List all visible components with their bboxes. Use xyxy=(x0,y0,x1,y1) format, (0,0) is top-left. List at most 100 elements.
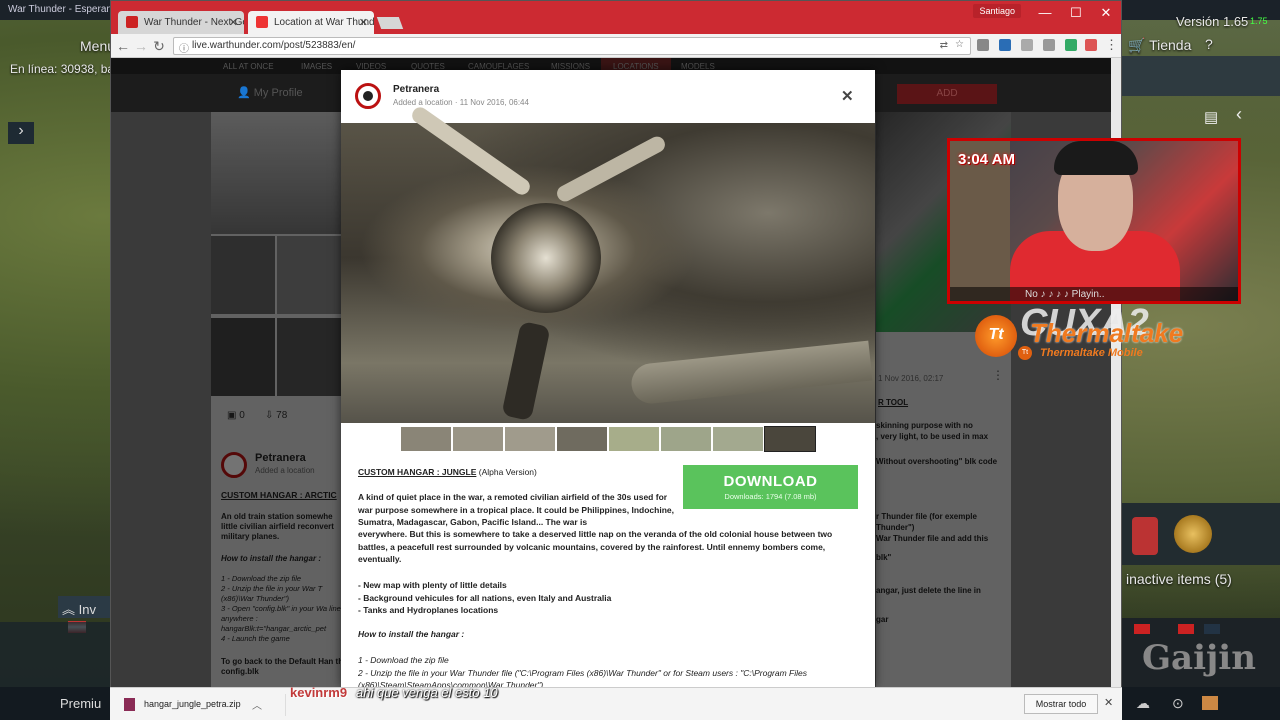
extension-icon[interactable] xyxy=(1021,39,1033,51)
address-toolbar: ← → ↻ ⓘ live.warthunder.com/post/523883/… xyxy=(111,34,1121,58)
reload-icon[interactable]: ↻ xyxy=(151,38,167,55)
download-button[interactable]: DOWNLOAD Downloads: 1794 (7.08 mb) xyxy=(683,465,858,509)
feature-item: - Background vehicules for all nations, … xyxy=(358,592,612,603)
store-button[interactable]: 🛒 Tienda xyxy=(1128,37,1191,54)
add-button[interactable]: ADD xyxy=(897,84,997,104)
post-title-link[interactable]: CUSTOM HANGAR : JUNGLE xyxy=(358,467,476,477)
right-line: angar, just delete the line in xyxy=(876,586,981,595)
download-info: Downloads: 1794 (7.08 mb) xyxy=(724,492,817,501)
propeller-blade xyxy=(501,320,551,422)
post-action: Added a location xyxy=(393,98,453,107)
inventory-tab[interactable]: ︽ Inv xyxy=(58,596,110,618)
game-bottom-bar: ☁ ⊙ xyxy=(1122,687,1280,720)
forward-arrow-icon[interactable]: → xyxy=(133,38,149,54)
online-counter: En línea: 30938, ba xyxy=(10,62,115,76)
chat-message: ahi que venga el esto 10 xyxy=(356,685,498,700)
author-avatar[interactable] xyxy=(355,83,381,109)
game-squad-panel: Gaijin xyxy=(1122,618,1280,687)
game-right-topbar xyxy=(1122,56,1280,96)
gift-icon[interactable] xyxy=(1202,696,1218,710)
close-window-button[interactable]: ✕ xyxy=(1096,5,1116,21)
left-thumb xyxy=(277,318,351,396)
premium-bar[interactable]: Premiu xyxy=(0,687,110,720)
post-date: 11 Nov 2016, 06:44 xyxy=(459,98,529,107)
more-vert-icon[interactable]: ⋮ xyxy=(992,368,1004,382)
right-line: , very light, to be used in max xyxy=(876,432,989,441)
gamepad-icon[interactable]: ⊙ xyxy=(1172,695,1184,712)
feature-list: - New map with plenty of little details … xyxy=(358,579,848,617)
chevron-up-icon[interactable]: ︿ xyxy=(252,697,262,712)
left-author-name[interactable]: Petranera xyxy=(255,452,306,464)
star-icon[interactable]: ☆ xyxy=(955,39,964,50)
maximize-button[interactable]: ☐ xyxy=(1066,5,1086,21)
gallery-thumb[interactable] xyxy=(556,426,608,452)
news-icon[interactable]: ▤ xyxy=(1204,108,1218,126)
close-modal-button[interactable]: ✕ xyxy=(841,87,854,105)
cloud-icon[interactable]: ☁ xyxy=(1136,695,1150,712)
left-post-card[interactable]: ▣ 0 ⇩ 78 Petranera Added a location CUST… xyxy=(211,112,351,688)
close-downloads-bar[interactable]: ✕ xyxy=(1104,696,1113,709)
download-filename: hangar_jungle_petra.zip xyxy=(144,699,241,709)
tab-war-thunder[interactable]: War Thunder - Next-Gen ✕ xyxy=(118,11,244,34)
gallery-thumb[interactable] xyxy=(400,426,452,452)
install-steps: 1 - Download the zip file 2 - Unzip the … xyxy=(358,654,838,687)
cart-icon: 🛒 xyxy=(1128,37,1146,53)
extension-icon[interactable] xyxy=(1085,39,1097,51)
tab-location[interactable]: Location at War Thunder ✕ xyxy=(248,11,374,34)
zip-file-icon xyxy=(124,698,135,711)
gallery-thumb-selected[interactable] xyxy=(764,426,816,452)
download-item[interactable]: hangar_jungle_petra.zip ︿ xyxy=(118,694,286,716)
profile-name[interactable]: Santiago xyxy=(973,4,1021,18)
extension-icon[interactable] xyxy=(999,39,1011,51)
nav-all[interactable]: ALL AT ONCE xyxy=(223,62,274,71)
booster-icon[interactable] xyxy=(1132,517,1158,555)
post-paragraph-end: everywhere. But this is somewhere to tak… xyxy=(358,529,833,564)
extension-icon[interactable] xyxy=(1043,39,1055,51)
left-step: hangarBlk:t="hangar_arctic_pet xyxy=(221,624,327,633)
show-all-downloads-button[interactable]: Mostrar todo xyxy=(1024,694,1098,714)
game-vehicle-slots xyxy=(0,622,110,687)
left-thumb xyxy=(211,318,275,396)
propeller-blade xyxy=(554,133,668,205)
left-step: 2 - Unzip the file in your War T (x86)\W… xyxy=(221,584,323,603)
close-icon[interactable]: ✕ xyxy=(359,16,368,29)
new-tab-button[interactable] xyxy=(376,17,404,29)
left-author-avatar[interactable] xyxy=(221,452,247,478)
my-profile-link[interactable]: 👤 My Profile xyxy=(237,86,303,99)
author-name[interactable]: Petranera xyxy=(393,84,439,95)
extension-icon[interactable] xyxy=(1065,39,1077,51)
gallery-thumb[interactable] xyxy=(504,426,556,452)
webcam-overlay: 3:04 AM No ♪ ♪ ♪ ♪ Playin.. xyxy=(947,138,1241,304)
menu-dots-icon[interactable]: ⋮ xyxy=(1105,37,1118,53)
help-button[interactable]: ? xyxy=(1205,36,1213,52)
back-arrow-icon[interactable]: ← xyxy=(115,38,131,54)
medal-icon[interactable] xyxy=(1174,515,1212,553)
gallery-thumb[interactable] xyxy=(660,426,712,452)
downloads-bar: hangar_jungle_petra.zip ︿ kevinrm9 ahi q… xyxy=(110,685,1122,720)
gallery-thumb[interactable] xyxy=(608,426,660,452)
translate-icon[interactable]: ⇄ xyxy=(940,40,948,51)
game-side-arrow-button[interactable]: › xyxy=(8,122,34,144)
left-go-back: To go back to the Default Han the config… xyxy=(221,657,348,676)
propeller-hub xyxy=(491,203,601,313)
close-icon[interactable]: ✕ xyxy=(229,16,238,29)
chevron-left-icon[interactable]: ‹ xyxy=(1236,104,1242,125)
feature-item: - New map with plenty of little details xyxy=(358,580,507,590)
post-modal: Petranera Added a location · 11 Nov 2016… xyxy=(341,70,875,687)
gallery-thumb[interactable] xyxy=(452,426,504,452)
extension-icon[interactable] xyxy=(977,39,989,51)
minimize-button[interactable]: — xyxy=(1035,5,1055,20)
right-line: skinning purpose with no xyxy=(876,421,973,430)
address-bar[interactable]: ⓘ live.warthunder.com/post/523883/en/ ⇄ … xyxy=(173,37,971,55)
inactive-items-link[interactable]: inactive items (5) xyxy=(1126,571,1232,587)
left-post-title[interactable]: CUSTOM HANGAR : ARCTIC xyxy=(221,490,337,500)
download-label: DOWNLOAD xyxy=(723,473,818,490)
left-author-meta: Added a location xyxy=(255,466,315,475)
install-step: 1 - Download the zip file xyxy=(358,655,449,665)
nav-images[interactable]: IMAGES xyxy=(301,62,332,71)
right-post-title[interactable]: R TOOL xyxy=(878,398,908,407)
gallery-thumb[interactable] xyxy=(712,426,764,452)
now-playing: No ♪ ♪ ♪ ♪ Playin.. xyxy=(950,287,1238,301)
game-version: Versión 1.65 xyxy=(1176,14,1249,29)
hangar-main-image[interactable] xyxy=(341,104,875,423)
